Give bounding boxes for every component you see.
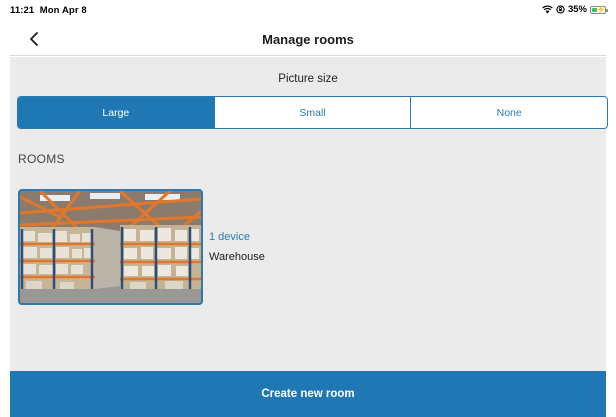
status-date: Mon Apr 8 xyxy=(39,5,87,16)
room-name: Warehouse xyxy=(209,251,265,263)
status-bar: 11:21 Mon Apr 8 35% ⚡ xyxy=(0,0,616,22)
orientation-lock-icon xyxy=(556,5,565,14)
picture-size-none-option[interactable]: None xyxy=(410,97,607,128)
room-item-warehouse[interactable]: 1 device Warehouse xyxy=(18,189,378,305)
wifi-icon xyxy=(542,5,553,14)
status-time-date: 11:21 Mon Apr 8 xyxy=(10,5,87,16)
main-content: Picture size Large Small None ROOMS 1 de… xyxy=(10,57,608,371)
create-new-room-button[interactable]: Create new room xyxy=(10,371,606,417)
picture-size-label: Picture size xyxy=(278,73,338,85)
battery-charging-icon: ⚡ xyxy=(590,5,608,14)
status-time: 11:21 xyxy=(10,5,35,16)
page-title: Manage rooms xyxy=(262,32,354,47)
warehouse-photo xyxy=(18,189,203,305)
picture-size-segmented-control: Large Small None xyxy=(17,96,608,129)
picture-size-large-option[interactable]: Large xyxy=(18,97,214,128)
picture-size-small-option[interactable]: Small xyxy=(213,97,411,128)
navigation-bar: Manage rooms xyxy=(10,22,606,56)
rooms-section-heading: ROOMS xyxy=(18,152,65,166)
battery-percent: 35% xyxy=(567,4,587,15)
status-indicators: 35% ⚡ xyxy=(542,4,608,15)
room-device-count: 1 device xyxy=(209,231,250,243)
